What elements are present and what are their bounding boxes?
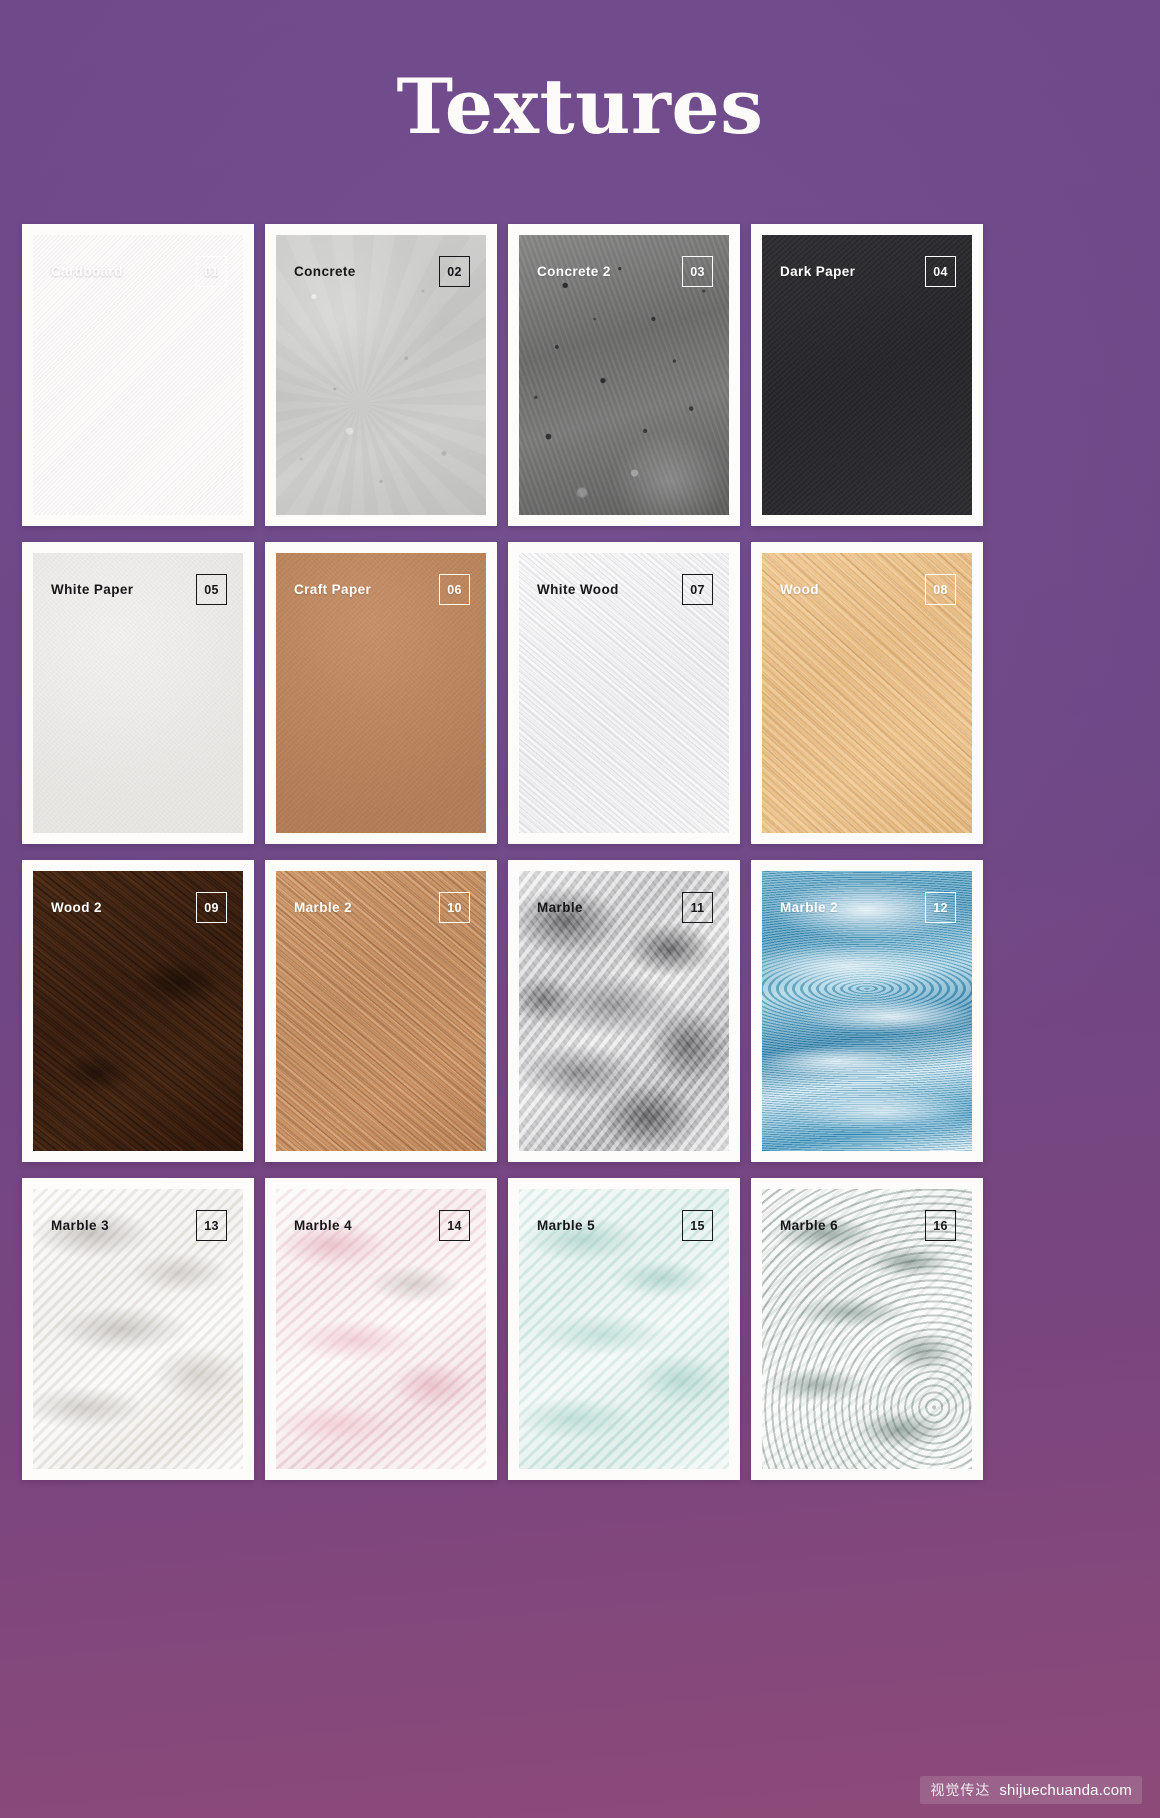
- texture-grid: Cardboard 01 Concrete 02 Concrete 2 03 Dark Pa…: [22, 224, 1140, 1480]
- texture-fill: [762, 1189, 972, 1469]
- texture-swatch: Craft Paper 06: [276, 553, 486, 833]
- texture-card[interactable]: White Paper 05: [22, 542, 254, 844]
- texture-swatch: Cardboard 01: [33, 235, 243, 515]
- texture-swatch: Wood 08: [762, 553, 972, 833]
- texture-card[interactable]: Marble 5 15: [508, 1178, 740, 1480]
- texture-card[interactable]: Concrete 2 03: [508, 224, 740, 526]
- texture-fill: [276, 553, 486, 833]
- watermark-url: shijuechuanda.com: [999, 1781, 1132, 1799]
- texture-fill: [276, 235, 486, 515]
- texture-fill: [33, 1189, 243, 1469]
- watermark-cn-text: 视觉传达: [930, 1782, 991, 1798]
- texture-swatch: Marble 4 14: [276, 1189, 486, 1469]
- watermark: 视觉传达 shijuechuanda.com: [920, 1776, 1142, 1804]
- texture-fill: [33, 871, 243, 1151]
- texture-swatch: Marble 11: [519, 871, 729, 1151]
- texture-swatch: Wood 2 09: [33, 871, 243, 1151]
- texture-swatch: White Wood 07: [519, 553, 729, 833]
- texture-card[interactable]: Marble 2 10: [265, 860, 497, 1162]
- texture-swatch: Marble 3 13: [33, 1189, 243, 1469]
- texture-card[interactable]: Marble 3 13: [22, 1178, 254, 1480]
- texture-fill: [276, 1189, 486, 1469]
- texture-swatch: Marble 6 16: [762, 1189, 972, 1469]
- texture-card[interactable]: Wood 08: [751, 542, 983, 844]
- texture-fill: [33, 553, 243, 833]
- texture-card[interactable]: Marble 2 12: [751, 860, 983, 1162]
- texture-fill: [33, 235, 243, 515]
- texture-fill: [519, 1189, 729, 1469]
- texture-swatch: Concrete 02: [276, 235, 486, 515]
- texture-fill: [762, 553, 972, 833]
- texture-card[interactable]: Wood 2 09: [22, 860, 254, 1162]
- texture-fill: [519, 871, 729, 1151]
- texture-swatch: White Paper 05: [33, 553, 243, 833]
- page-title: Textures: [396, 62, 764, 151]
- texture-swatch: Dark Paper 04: [762, 235, 972, 515]
- texture-card[interactable]: White Wood 07: [508, 542, 740, 844]
- texture-fill: [519, 553, 729, 833]
- texture-fill: [762, 871, 972, 1151]
- texture-fill: [276, 871, 486, 1151]
- texture-card[interactable]: Cardboard 01: [22, 224, 254, 526]
- texture-fill: [519, 235, 729, 515]
- texture-card[interactable]: Marble 6 16: [751, 1178, 983, 1480]
- texture-card[interactable]: Craft Paper 06: [265, 542, 497, 844]
- texture-fill: [762, 235, 972, 515]
- texture-card[interactable]: Dark Paper 04: [751, 224, 983, 526]
- texture-swatch: Marble 2 12: [762, 871, 972, 1151]
- texture-showcase-page: Textures Cardboard 01 Concrete 02 Concrete 2…: [0, 0, 1160, 1818]
- texture-card[interactable]: Concrete 02: [265, 224, 497, 526]
- texture-swatch: Concrete 2 03: [519, 235, 729, 515]
- texture-card[interactable]: Marble 11: [508, 860, 740, 1162]
- texture-swatch: Marble 2 10: [276, 871, 486, 1151]
- texture-swatch: Marble 5 15: [519, 1189, 729, 1469]
- texture-card[interactable]: Marble 4 14: [265, 1178, 497, 1480]
